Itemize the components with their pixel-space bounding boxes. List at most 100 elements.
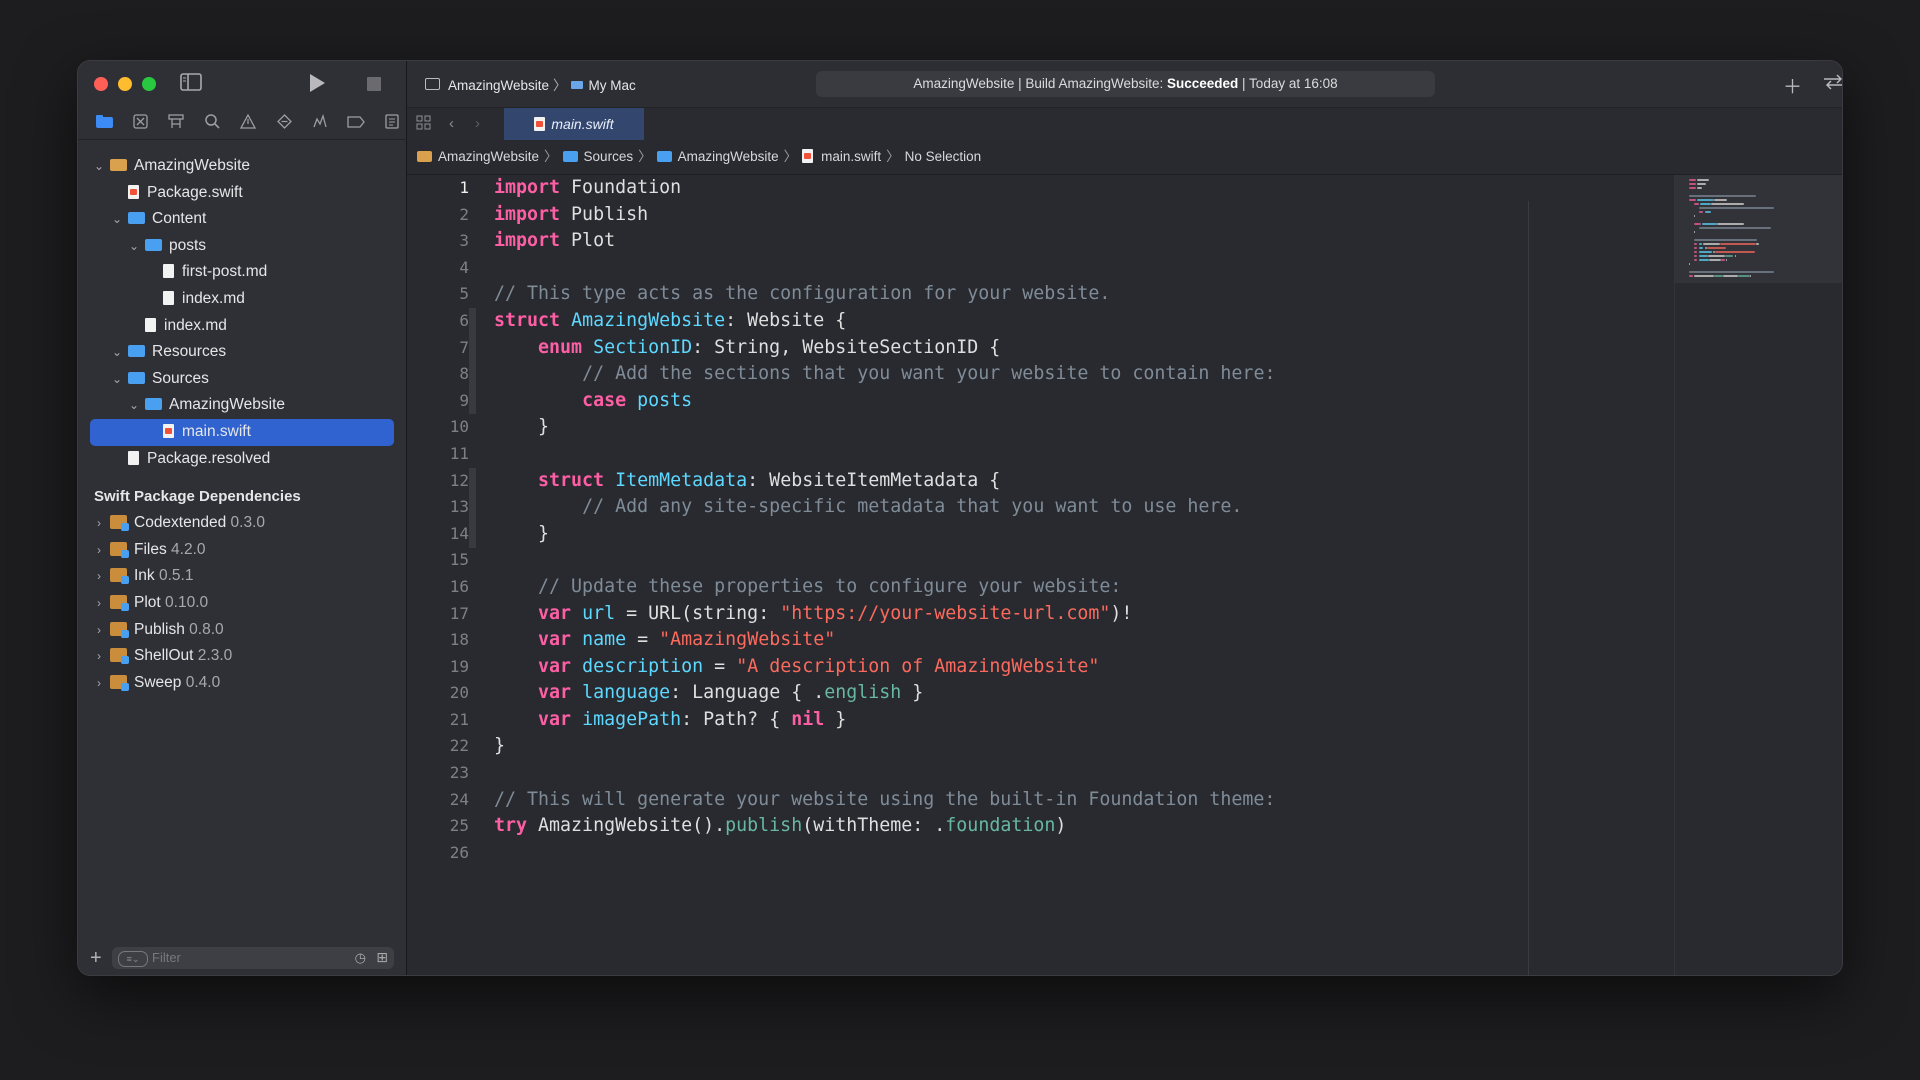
tree-row-resources[interactable]: ⌄ Resources bbox=[78, 339, 406, 366]
related-items-grid-icon[interactable] bbox=[416, 115, 432, 135]
add-file-plus-icon[interactable]: + bbox=[90, 947, 102, 970]
line-number[interactable]: 2 bbox=[407, 202, 469, 229]
code-line[interactable]: // This type acts as the configuration f… bbox=[494, 281, 1275, 308]
run-destination[interactable]: My Mac bbox=[589, 78, 636, 93]
chevron-right-icon[interactable]: › bbox=[92, 563, 106, 590]
line-number[interactable]: 9 bbox=[407, 388, 469, 415]
tree-row-sources-amazingwebsite[interactable]: ⌄ AmazingWebsite bbox=[78, 392, 406, 419]
line-number[interactable]: 11 bbox=[407, 441, 469, 468]
dependency-row[interactable]: › Codextended 0.3.0 bbox=[78, 510, 406, 537]
chevron-right-icon[interactable]: › bbox=[92, 643, 106, 670]
tree-row-package-resolved[interactable]: Package.resolved bbox=[78, 446, 406, 473]
line-number[interactable]: 12 bbox=[407, 468, 469, 495]
code-line[interactable]: case posts bbox=[494, 388, 1275, 415]
line-number[interactable]: 3 bbox=[407, 228, 469, 255]
close-window-button[interactable] bbox=[94, 77, 108, 91]
line-number[interactable]: 19 bbox=[407, 654, 469, 681]
code-line[interactable]: import Plot bbox=[494, 228, 1275, 255]
sidebar-toggle-icon[interactable] bbox=[180, 73, 202, 96]
code-line[interactable]: // This will generate your website using… bbox=[494, 787, 1275, 814]
chevron-down-icon[interactable]: ⌄ bbox=[127, 392, 141, 419]
library-plus-icon[interactable]: ＋ bbox=[1783, 72, 1802, 99]
debug-navigator-icon[interactable] bbox=[302, 113, 338, 133]
tree-row-posts-index[interactable]: index.md bbox=[78, 286, 406, 313]
code-line[interactable]: // Update these properties to configure … bbox=[494, 574, 1275, 601]
test-navigator-diamond-icon[interactable] bbox=[266, 113, 302, 133]
jump-item-target[interactable]: AmazingWebsite bbox=[678, 149, 779, 164]
jump-item-sources[interactable]: Sources bbox=[584, 149, 634, 164]
jump-item-file[interactable]: main.swift bbox=[821, 149, 881, 164]
run-icon[interactable] bbox=[308, 73, 326, 98]
line-number[interactable]: 1 bbox=[407, 175, 469, 202]
code-line[interactable]: struct AmazingWebsite: Website { bbox=[494, 308, 1275, 335]
code-line[interactable]: // Add the sections that you want your w… bbox=[494, 361, 1275, 388]
forward-chevron-icon[interactable]: › bbox=[475, 115, 480, 132]
line-number[interactable]: 13 bbox=[407, 494, 469, 521]
tree-row-package-swift[interactable]: Package.swift bbox=[78, 180, 406, 207]
code-line[interactable]: var language: Language { .english } bbox=[494, 680, 1275, 707]
line-number[interactable]: 26 bbox=[407, 840, 469, 867]
jump-item-project[interactable]: AmazingWebsite bbox=[438, 149, 539, 164]
dependency-row[interactable]: › Sweep 0.4.0 bbox=[78, 670, 406, 697]
tree-row-project[interactable]: ⌄ AmazingWebsite bbox=[78, 153, 406, 180]
code-line[interactable] bbox=[494, 840, 1275, 867]
chevron-down-icon[interactable]: ⌄ bbox=[127, 233, 141, 260]
tree-row-first-post[interactable]: first-post.md bbox=[78, 259, 406, 286]
chevron-down-icon[interactable]: ⌄ bbox=[110, 339, 124, 366]
dependency-row[interactable]: › Publish 0.8.0 bbox=[78, 617, 406, 644]
line-number[interactable]: 5 bbox=[407, 281, 469, 308]
line-number[interactable]: 4 bbox=[407, 255, 469, 282]
source-control-filter-icon[interactable]: ⊞ bbox=[376, 949, 388, 966]
filter-input[interactable]: ≡⌄ Filter ◷ ⊞ bbox=[112, 947, 394, 969]
chevron-right-icon[interactable]: › bbox=[92, 537, 106, 564]
code-line[interactable] bbox=[494, 547, 1275, 574]
line-number[interactable]: 23 bbox=[407, 760, 469, 787]
symbol-navigator-icon[interactable] bbox=[158, 113, 194, 133]
code-line[interactable] bbox=[494, 441, 1275, 468]
tab-main-swift[interactable]: main.swift bbox=[504, 108, 644, 140]
line-number[interactable]: 21 bbox=[407, 707, 469, 734]
fold-ribbon[interactable] bbox=[469, 468, 476, 548]
source-control-navigator-icon[interactable] bbox=[122, 113, 158, 133]
line-number[interactable]: 6 bbox=[407, 308, 469, 335]
issue-navigator-warning-icon[interactable] bbox=[230, 113, 266, 133]
tree-row-posts[interactable]: ⌄ posts bbox=[78, 233, 406, 260]
line-number[interactable]: 16 bbox=[407, 574, 469, 601]
code-line[interactable]: enum SectionID: String, WebsiteSectionID… bbox=[494, 335, 1275, 362]
code-line[interactable]: } bbox=[494, 414, 1275, 441]
tree-row-content[interactable]: ⌄ Content bbox=[78, 206, 406, 233]
line-number[interactable]: 22 bbox=[407, 733, 469, 760]
line-number[interactable]: 25 bbox=[407, 813, 469, 840]
code-line[interactable]: var description = "A description of Amaz… bbox=[494, 654, 1275, 681]
chevron-down-icon[interactable]: ⌄ bbox=[110, 366, 124, 393]
line-number[interactable]: 24 bbox=[407, 787, 469, 814]
line-number[interactable]: 18 bbox=[407, 627, 469, 654]
tree-row-main-swift[interactable]: main.swift bbox=[90, 418, 394, 446]
recent-files-clock-icon[interactable]: ◷ bbox=[355, 950, 366, 966]
project-navigator-folder-icon[interactable] bbox=[86, 114, 122, 132]
find-navigator-search-icon[interactable] bbox=[194, 113, 230, 133]
code-line[interactable]: var name = "AmazingWebsite" bbox=[494, 627, 1275, 654]
code-line[interactable]: try AmazingWebsite().publish(withTheme: … bbox=[494, 813, 1275, 840]
dependency-row[interactable]: › Ink 0.5.1 bbox=[78, 563, 406, 590]
code-line[interactable] bbox=[494, 760, 1275, 787]
dependency-row[interactable]: › Plot 0.10.0 bbox=[78, 590, 406, 617]
code-line[interactable] bbox=[494, 255, 1275, 282]
chevron-right-icon[interactable]: › bbox=[92, 590, 106, 617]
code-line[interactable]: var url = URL(string: "https://your-webs… bbox=[494, 601, 1275, 628]
line-number[interactable]: 20 bbox=[407, 680, 469, 707]
line-number[interactable]: 15 bbox=[407, 547, 469, 574]
code-line[interactable]: } bbox=[494, 733, 1275, 760]
tree-row-sources[interactable]: ⌄ Sources bbox=[78, 366, 406, 393]
line-number[interactable]: 7 bbox=[407, 335, 469, 362]
source-editor[interactable]: 1 2 3 4 5 6 7 8 9 10 11 12 13 14 15 16 17 18 19 20 21 22 23 24 2… bbox=[407, 175, 1842, 975]
code-review-arrows-icon[interactable] bbox=[1823, 74, 1842, 96]
chevron-right-icon[interactable]: › bbox=[92, 510, 106, 537]
chevron-right-icon[interactable]: › bbox=[92, 670, 106, 697]
dependency-row[interactable]: › Files 4.2.0 bbox=[78, 537, 406, 564]
minimap-visible-region[interactable] bbox=[1675, 175, 1842, 283]
code-line[interactable]: import Foundation bbox=[494, 175, 1275, 202]
code-text[interactable]: import Foundation import Publish import Pl… bbox=[494, 175, 1275, 866]
jump-item-symbol[interactable]: No Selection bbox=[905, 149, 982, 164]
line-number[interactable]: 14 bbox=[407, 521, 469, 548]
